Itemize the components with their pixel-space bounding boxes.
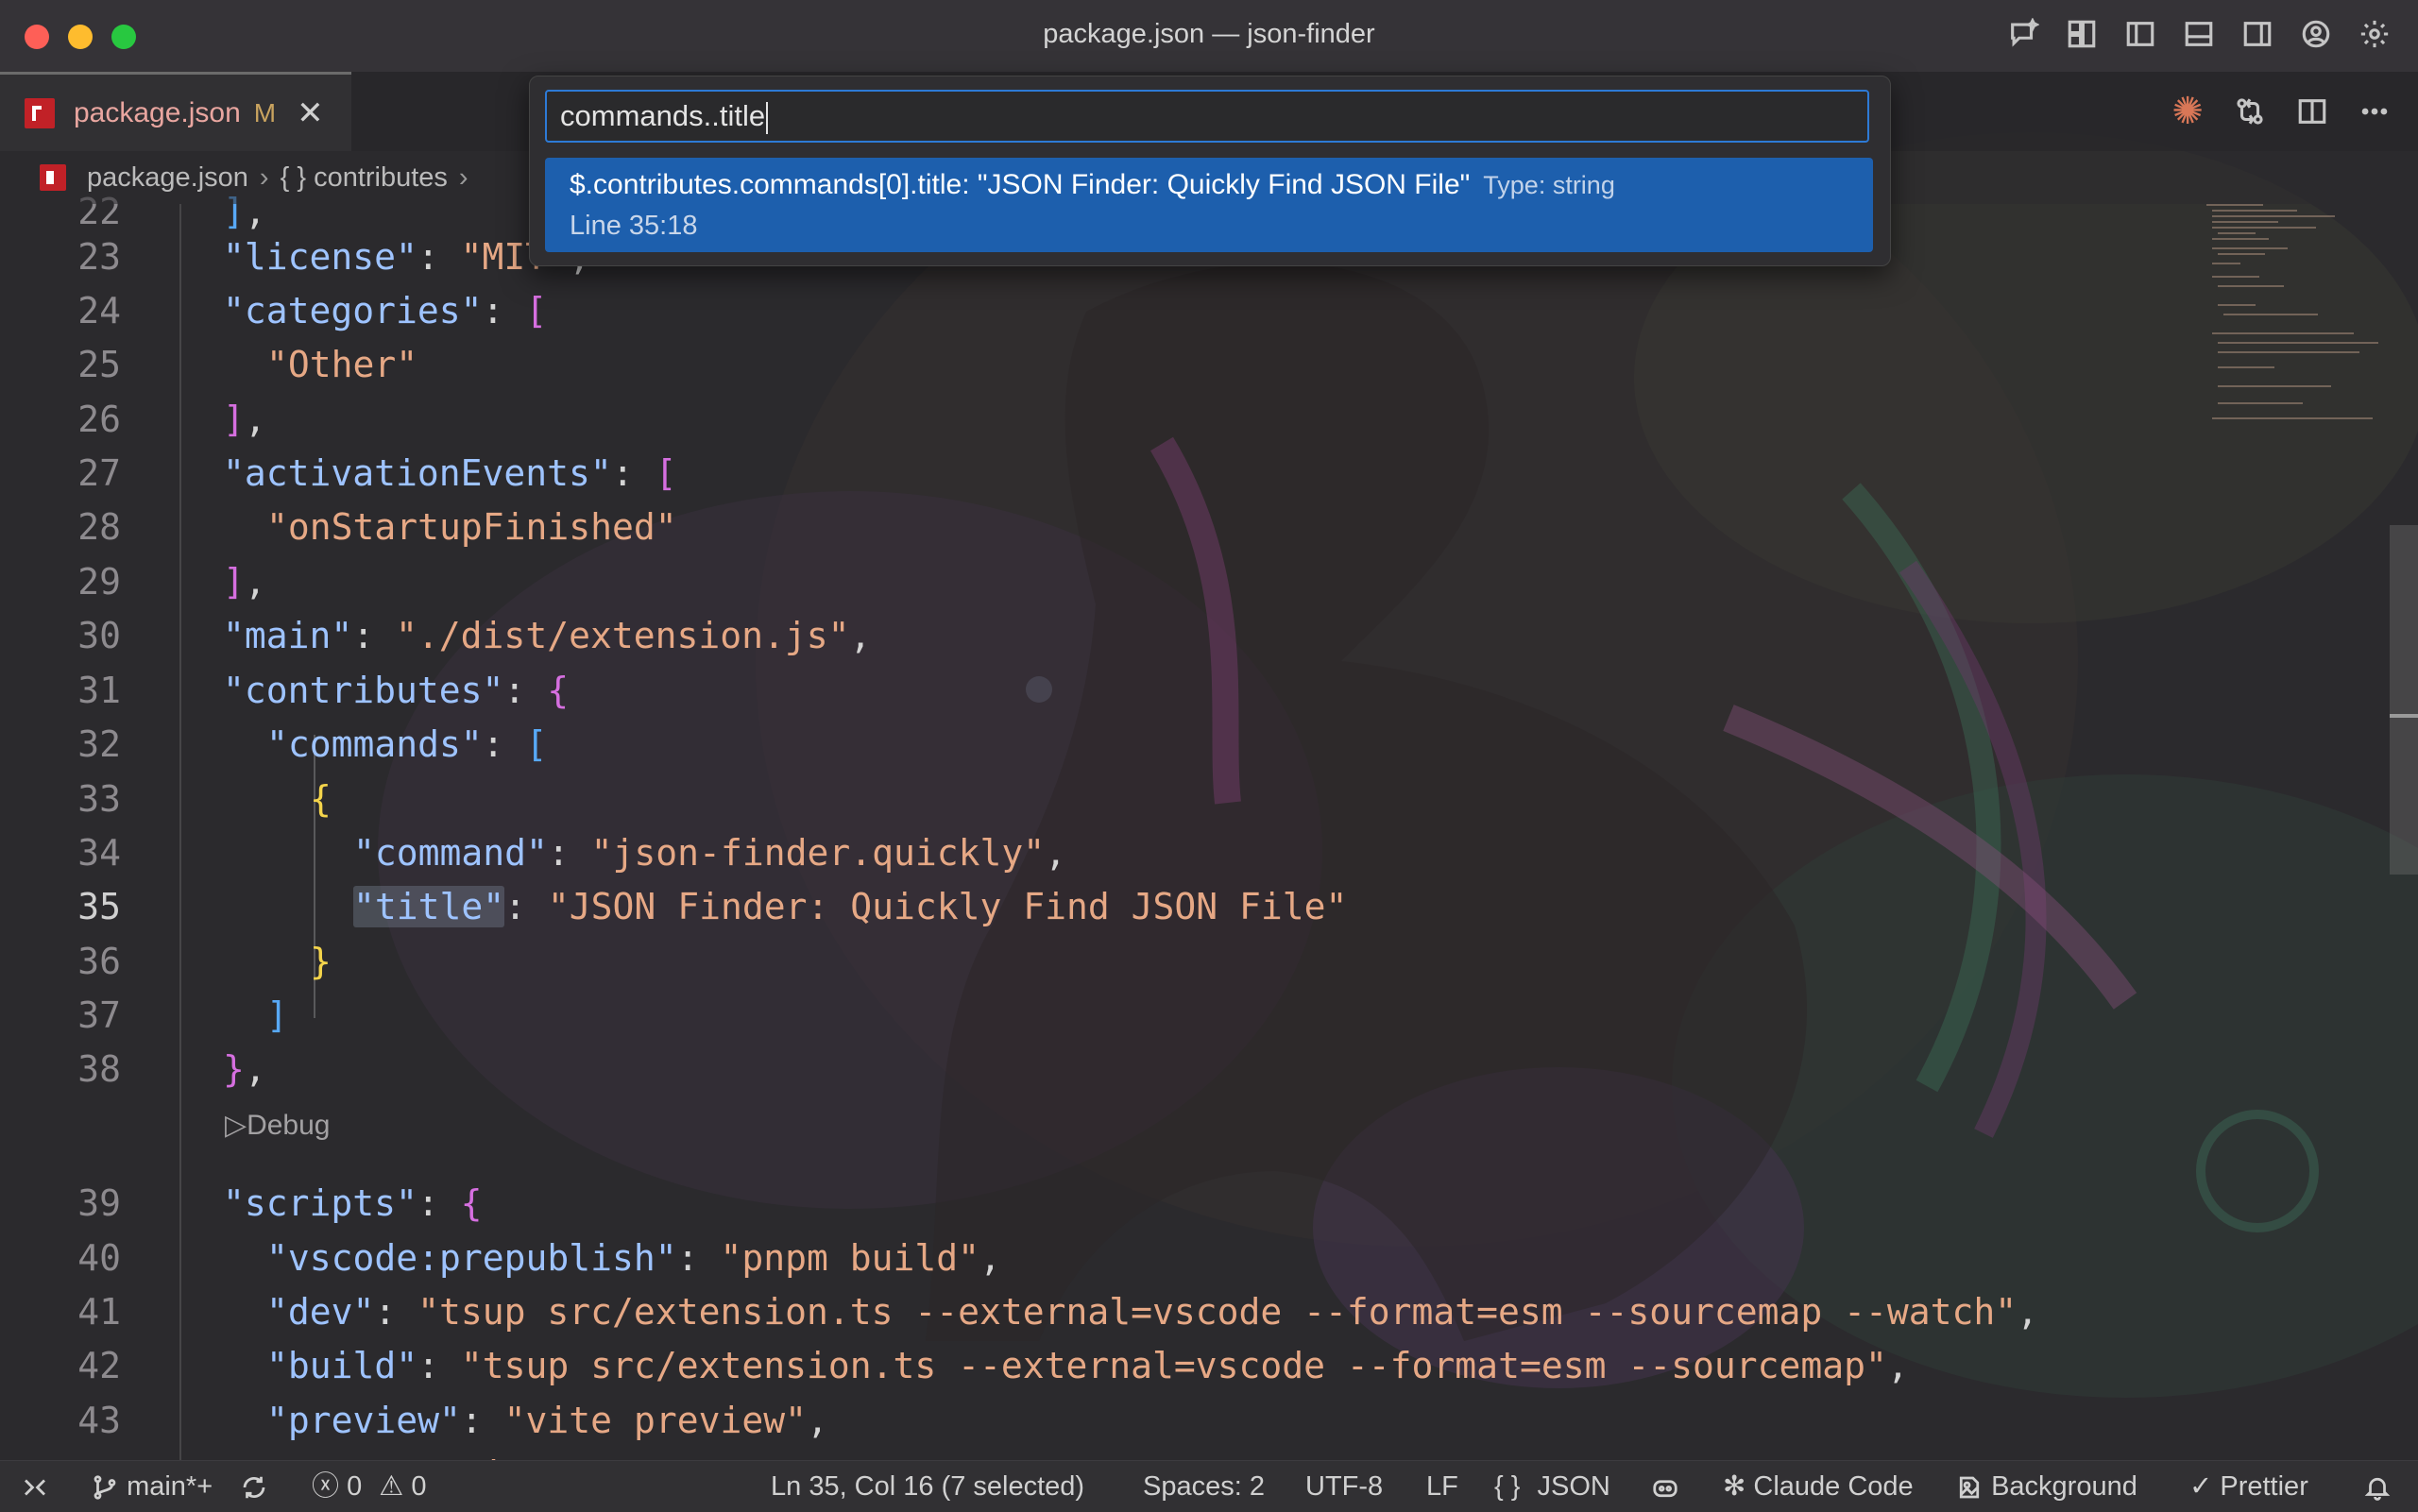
- breadcrumb-symbol[interactable]: { } contributes: [281, 162, 448, 194]
- encoding-status[interactable]: UTF-8: [1305, 1461, 1383, 1512]
- selected-text: "title": [353, 886, 505, 927]
- chevron-right-icon: ›: [259, 161, 269, 193]
- branch-status[interactable]: main*+: [91, 1461, 213, 1512]
- modified-indicator: M: [253, 97, 277, 127]
- result-label: $.contributes.commands[0].title: "JSON F…: [570, 169, 1471, 200]
- claude-code-status[interactable]: ✻ Claude Code: [1723, 1461, 1914, 1512]
- chevron-right-icon: ›: [458, 161, 468, 193]
- tab-package-json[interactable]: package.json M ✕: [0, 72, 351, 151]
- vertical-scrollbar[interactable]: [2390, 525, 2418, 875]
- npm-file-icon: [25, 97, 55, 128]
- codelens-debug[interactable]: ▷Debug: [225, 1109, 330, 1142]
- indentation-status[interactable]: Spaces: 2: [1143, 1461, 1265, 1512]
- result-detail: Line 35:18: [570, 211, 698, 241]
- close-tab-icon[interactable]: ✕: [297, 94, 324, 132]
- warning-icon: ⚠: [379, 1471, 404, 1502]
- toggle-secondary-sidebar-icon[interactable]: [2239, 15, 2276, 53]
- quick-pick: commands..title $.contributes.commands[0…: [529, 76, 1891, 266]
- problems-status[interactable]: ⓧ 0 ⚠ 0: [312, 1461, 426, 1512]
- copilot-icon[interactable]: [1651, 1461, 1679, 1512]
- toggle-primary-sidebar-icon[interactable]: [2121, 15, 2159, 53]
- scrollbar-cursor-marker: [2390, 714, 2418, 718]
- minimap[interactable]: [2203, 200, 2382, 436]
- cursor-position[interactable]: Ln 35, Col 16 (7 selected): [771, 1461, 1084, 1512]
- quick-pick-input[interactable]: commands..title: [545, 90, 1869, 143]
- background-status[interactable]: Background: [1955, 1461, 2137, 1512]
- eol-status[interactable]: LF: [1426, 1461, 1458, 1512]
- prettier-status[interactable]: ✓ Prettier: [2189, 1461, 2308, 1512]
- play-icon: ▷: [225, 1110, 247, 1141]
- split-editor-icon[interactable]: [2293, 93, 2331, 130]
- toggle-panel-icon[interactable]: [2180, 15, 2218, 53]
- breadcrumb-file[interactable]: package.json: [87, 162, 248, 194]
- tab-label: package.json: [74, 96, 241, 128]
- braces-icon: { }: [1494, 1471, 1521, 1502]
- git-branch-icon: [91, 1471, 119, 1502]
- npm-file-icon: [40, 164, 66, 191]
- chat-icon[interactable]: [2004, 15, 2042, 53]
- remote-icon[interactable]: [21, 1461, 49, 1512]
- claude-icon[interactable]: ✺: [2169, 93, 2206, 130]
- check-double-icon: ✓: [2189, 1471, 2213, 1502]
- quick-pick-result[interactable]: $.contributes.commands[0].title: "JSON F…: [545, 158, 1873, 252]
- background-icon: [1955, 1471, 1984, 1502]
- language-mode[interactable]: { } JSON: [1494, 1461, 1610, 1512]
- status-bar: main*+ ⓧ 0 ⚠ 0 Ln 35, Col 16 (7 selected…: [0, 1460, 2418, 1512]
- sync-icon[interactable]: [240, 1461, 268, 1512]
- code-editor[interactable]: 22], 23"license": "MIT", 24"categories":…: [0, 191, 2418, 1495]
- accounts-icon[interactable]: [2297, 15, 2335, 53]
- settings-gear-icon[interactable]: [2356, 15, 2393, 53]
- result-description: Type: string: [1483, 171, 1615, 199]
- title-bar: package.json — json-finder: [0, 0, 2418, 73]
- customize-layout-icon[interactable]: [2063, 15, 2101, 53]
- error-icon: ⓧ: [312, 1471, 340, 1502]
- more-actions-icon[interactable]: [2356, 93, 2393, 130]
- open-changes-icon[interactable]: [2231, 93, 2269, 130]
- notifications-bell-icon[interactable]: [2363, 1461, 2392, 1512]
- asterisk-icon: ✻: [1723, 1471, 1746, 1502]
